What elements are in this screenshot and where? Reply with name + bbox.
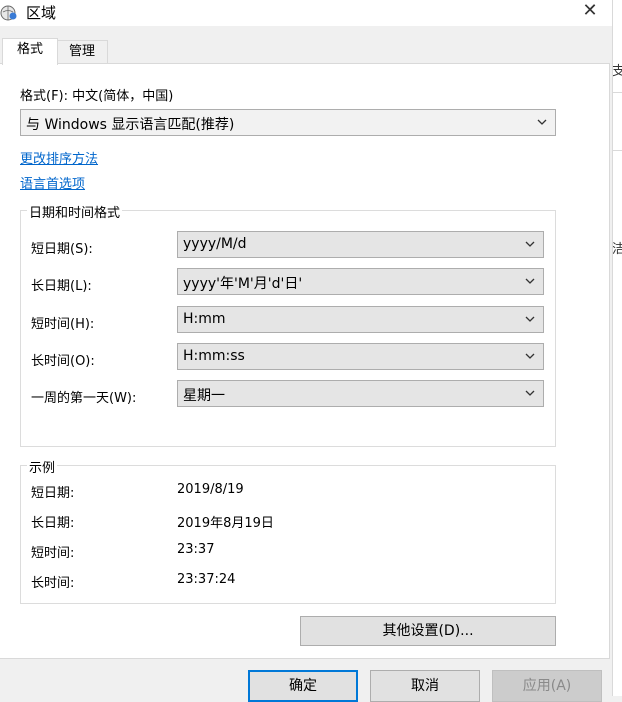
long-time-value: H:mm:ss [183, 348, 245, 364]
tab-format[interactable]: 格式 [2, 38, 58, 65]
background-glyph-top: 支 [613, 60, 622, 79]
long-time-label: 长时间(O): [31, 354, 95, 369]
datetime-group-title: 日期和时间格式 [27, 202, 123, 221]
example-long-time-label: 长时间: [31, 576, 75, 591]
long-date-value: yyyy'年'M'月'd'日' [183, 276, 303, 292]
long-date-label: 长日期(L): [31, 279, 92, 294]
globe-clock-icon [0, 5, 17, 21]
cancel-label: 取消 [411, 678, 439, 694]
title-bar: 区域 ✕ [0, 0, 612, 26]
first-day-value: 星期一 [183, 388, 225, 404]
additional-settings-button[interactable]: 其他设置(D)... [300, 616, 556, 646]
window-title: 区域 [26, 4, 57, 22]
apply-button[interactable]: 应用(A) [492, 670, 602, 702]
example-short-date-value: 2019/8/19 [177, 482, 244, 497]
short-date-value: yyyy/M/d [183, 236, 247, 252]
example-short-time-value: 23:37 [177, 542, 215, 557]
close-icon: ✕ [582, 0, 598, 21]
long-date-select[interactable]: yyyy'年'M'月'd'日' [177, 268, 544, 295]
example-long-date-label: 长日期: [31, 516, 75, 531]
divider [613, 92, 622, 93]
example-long-date-value: 2019年8月19日 [177, 516, 274, 531]
format-select[interactable]: 与 Windows 显示语言匹配(推荐) [20, 109, 556, 136]
additional-settings-label: 其他设置(D)... [382, 623, 474, 639]
short-time-value: H:mm [183, 311, 226, 327]
chevron-down-icon [537, 119, 547, 125]
ok-label: 确定 [289, 678, 317, 694]
language-prefs-link[interactable]: 语言首选项 [20, 173, 85, 192]
ok-button[interactable]: 确定 [248, 670, 358, 702]
chevron-down-icon [525, 241, 535, 247]
examples-group-title: 示例 [27, 457, 58, 476]
tab-label: 管理 [68, 44, 95, 59]
apply-label: 应用(A) [522, 678, 572, 694]
example-short-date-label: 短日期: [31, 486, 75, 501]
short-time-select[interactable]: H:mm [177, 306, 544, 333]
examples-group [20, 465, 556, 604]
change-sort-link[interactable]: 更改排序方法 [20, 148, 98, 167]
short-date-label: 短日期(S): [31, 242, 93, 257]
short-date-select[interactable]: yyyy/M/d [177, 231, 544, 258]
background-window-edge: 支 洁 [612, 0, 622, 696]
chevron-down-icon [525, 278, 535, 284]
chevron-down-icon [525, 316, 535, 322]
example-short-time-label: 短时间: [31, 546, 75, 561]
cancel-button[interactable]: 取消 [370, 670, 480, 702]
chevron-down-icon [525, 353, 535, 359]
chevron-down-icon [525, 390, 535, 396]
first-day-select[interactable]: 星期一 [177, 380, 544, 407]
divider [613, 150, 622, 151]
background-glyph-bottom: 洁 [613, 238, 622, 257]
format-select-value: 与 Windows 显示语言匹配(推荐) [26, 117, 235, 133]
format-label: 格式(F): 中文(简体，中国) [20, 89, 174, 104]
short-time-label: 短时间(H): [31, 317, 95, 332]
first-day-label: 一周的第一天(W): [31, 391, 137, 406]
tab-manage[interactable]: 管理 [56, 40, 108, 64]
example-long-time-value: 23:37:24 [177, 572, 236, 587]
close-button[interactable]: ✕ [570, 0, 610, 26]
tab-label: 格式 [16, 42, 43, 57]
long-time-select[interactable]: H:mm:ss [177, 343, 544, 370]
